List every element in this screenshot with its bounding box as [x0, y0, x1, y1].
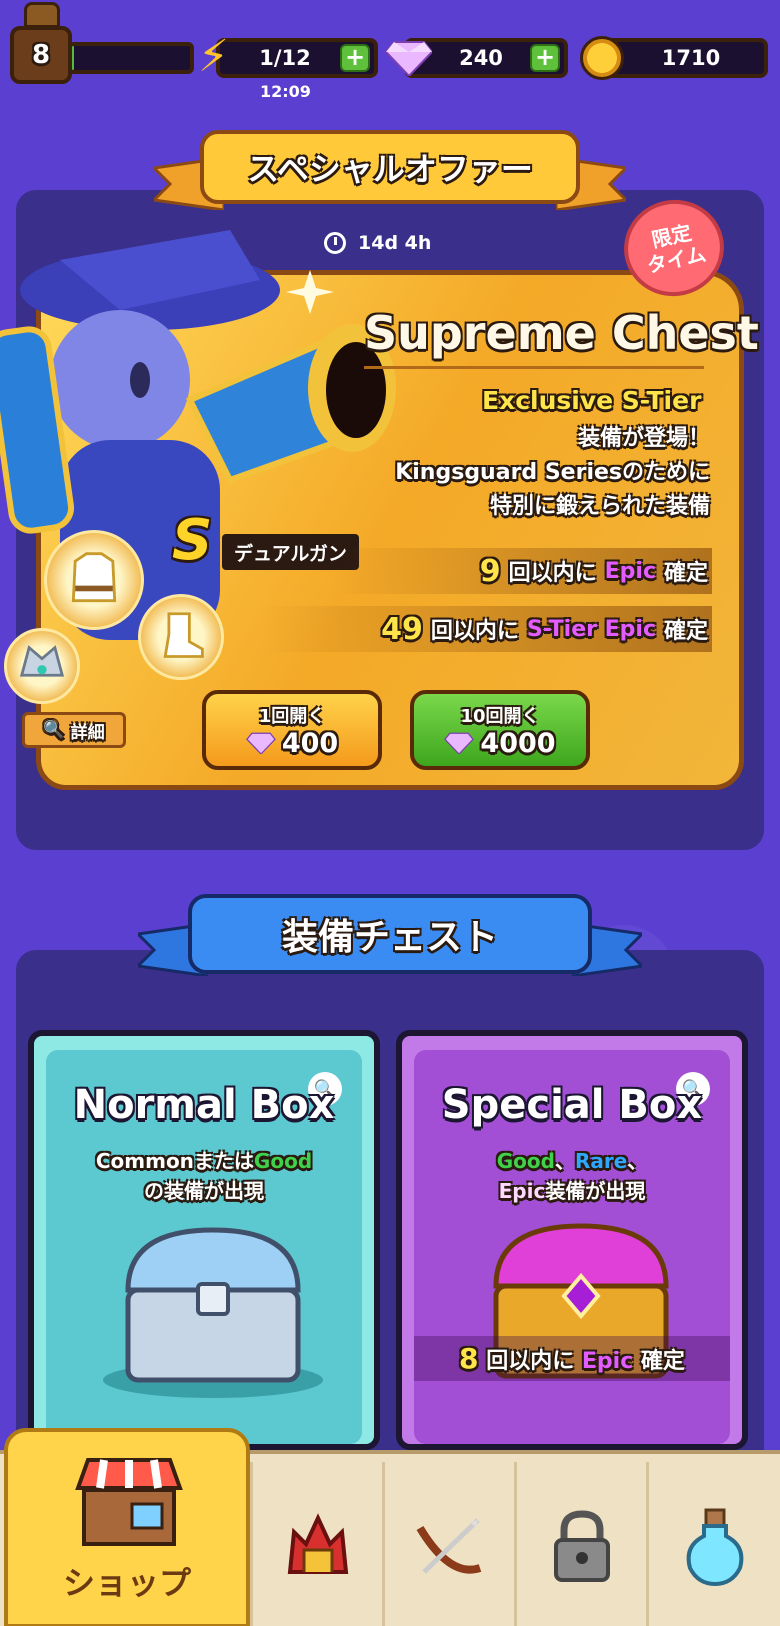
- normal-box-desc: CommonまたはGood の装備が出現: [46, 1146, 362, 1206]
- gem-icon: [245, 732, 276, 754]
- coin-icon: [580, 36, 624, 80]
- normal-box-title: Normal Box: [73, 1082, 335, 1128]
- xp-bar-fill: [72, 46, 75, 70]
- special-box-guarantee: 8 回以内に Epic 確定: [414, 1336, 730, 1381]
- open-1-cost: 400: [281, 727, 339, 759]
- magnifier-icon: 🔍: [43, 720, 65, 740]
- special-box-desc-line2: 装備が出現: [545, 1179, 646, 1203]
- guarantee-epic-pre: 回以内に: [508, 561, 597, 586]
- helmet-item-icon[interactable]: [4, 628, 80, 704]
- bottom-nav: ショップ: [0, 1428, 780, 1626]
- special-box-guarantee-pre: 回以内に: [486, 1349, 575, 1374]
- gem-icon: [386, 41, 432, 76]
- special-box-sep2: 、: [627, 1149, 648, 1173]
- exclusive-tag: Exclusive S-Tier: [482, 386, 702, 415]
- tab-weapons[interactable]: [382, 1462, 514, 1626]
- equipment-chest-banner: 装備チェスト: [188, 894, 592, 974]
- energy-counter[interactable]: 1/12 +: [216, 38, 378, 78]
- detail-button[interactable]: 🔍 詳細: [22, 712, 126, 748]
- tab-equipment[interactable]: [250, 1462, 382, 1626]
- shop-icon: [75, 1458, 183, 1546]
- level-crown-icon: [24, 2, 60, 28]
- normal-box-desc-line2: の装備が出現: [144, 1179, 264, 1203]
- tab-potions[interactable]: [646, 1462, 780, 1626]
- tab-shop[interactable]: ショップ: [4, 1428, 250, 1626]
- potion-icon: [686, 1508, 743, 1586]
- offer-desc-line3: 特別に鍛えられた装備: [489, 494, 710, 519]
- offer-desc-line2: Kingsguard Seriesのために: [395, 460, 710, 485]
- silver-chest-icon: [103, 1227, 323, 1398]
- xp-bar: [68, 42, 194, 74]
- level-badge[interactable]: 8: [10, 26, 72, 84]
- special-box-good: Good: [496, 1149, 555, 1173]
- armor-item-icon[interactable]: [44, 530, 144, 630]
- boots-item-icon[interactable]: [138, 594, 224, 680]
- guarantee-stier-pre: 回以内に: [430, 619, 519, 644]
- guarantee-epic-count: 9: [479, 553, 501, 589]
- weapon-tier-s: S: [172, 508, 213, 573]
- equipment-chest-banner-text: 装備チェスト: [281, 917, 498, 958]
- offer-desc-line1: 装備が登場！: [577, 426, 710, 451]
- special-box-title: Special Box: [441, 1082, 703, 1128]
- guarantee-epic-row: 9 回以内に Epic 確定: [332, 548, 712, 594]
- detail-button-label: 詳細: [70, 722, 105, 743]
- guarantee-epic-rarity: Epic: [604, 558, 656, 584]
- open-1-button[interactable]: 1回開く 400: [202, 690, 382, 770]
- tab-shop-label: ショップ: [62, 1564, 191, 1602]
- special-box-sep1: 、: [554, 1149, 575, 1173]
- energy-value: 1/12: [259, 46, 311, 70]
- guarantee-stier-row: 49 回以内に S-Tier Epic 確定: [262, 606, 712, 652]
- level-value: 8: [31, 40, 51, 70]
- guarantee-stier-count: 49: [381, 611, 423, 647]
- normal-box-good: Good: [253, 1149, 313, 1173]
- offer-title: Supreme Chest: [364, 306, 759, 360]
- gem-value: 240: [459, 46, 503, 70]
- special-box-rare: Rare: [574, 1149, 628, 1173]
- special-box-guarantee-post: 確定: [640, 1349, 685, 1374]
- open-10-button[interactable]: 10回開く 4000: [410, 690, 590, 770]
- special-box-desc: Good、Rare、 Epic装備が出現: [414, 1146, 730, 1206]
- helmet-icon: [287, 1513, 348, 1574]
- open-10-cost: 4000: [480, 727, 556, 759]
- guarantee-stier-rarity: S-Tier Epic: [526, 616, 656, 642]
- normal-box-or: または: [193, 1149, 254, 1173]
- tab-locked[interactable]: [514, 1462, 646, 1626]
- special-offer-banner-text: スペシャルオファー: [247, 150, 533, 188]
- energy-timer: 12:09: [260, 82, 311, 101]
- special-box-epic: Epic: [498, 1179, 546, 1203]
- coin-value: 1710: [661, 46, 721, 70]
- normal-box-common: Common: [95, 1149, 194, 1173]
- special-box-guarantee-count: 8: [459, 1342, 479, 1375]
- special-box-guarantee-rarity: Epic: [581, 1349, 634, 1374]
- open-1-label: 1回開く: [258, 705, 326, 727]
- special-box-card[interactable]: 🔍 Special Box Good、Rare、 Epic装備が出現 8 回以内…: [396, 1030, 748, 1450]
- add-energy-button[interactable]: +: [340, 44, 370, 72]
- special-offer-banner: スペシャルオファー: [200, 130, 580, 204]
- crossbow-icon: [416, 1518, 481, 1574]
- normal-box-inner: 🔍 Normal Box CommonまたはGood の装備が出現: [46, 1050, 362, 1444]
- add-gems-button[interactable]: +: [530, 44, 560, 72]
- guarantee-stier-post: 確定: [663, 619, 708, 644]
- special-box-inner: 🔍 Special Box Good、Rare、 Epic装備が出現 8 回以内…: [414, 1050, 730, 1444]
- title-divider: [364, 366, 704, 369]
- gem-icon: [444, 732, 475, 754]
- guarantee-epic-post: 確定: [663, 561, 708, 586]
- open-10-label: 10回開く: [460, 705, 540, 727]
- lightning-icon: ⚡: [198, 31, 229, 82]
- top-bar: 8 1/12 + ⚡ 12:09 240 + 1710: [0, 0, 780, 110]
- normal-box-card[interactable]: 🔍 Normal Box CommonまたはGood の装備が出現: [28, 1030, 380, 1450]
- lock-icon: [553, 1510, 610, 1582]
